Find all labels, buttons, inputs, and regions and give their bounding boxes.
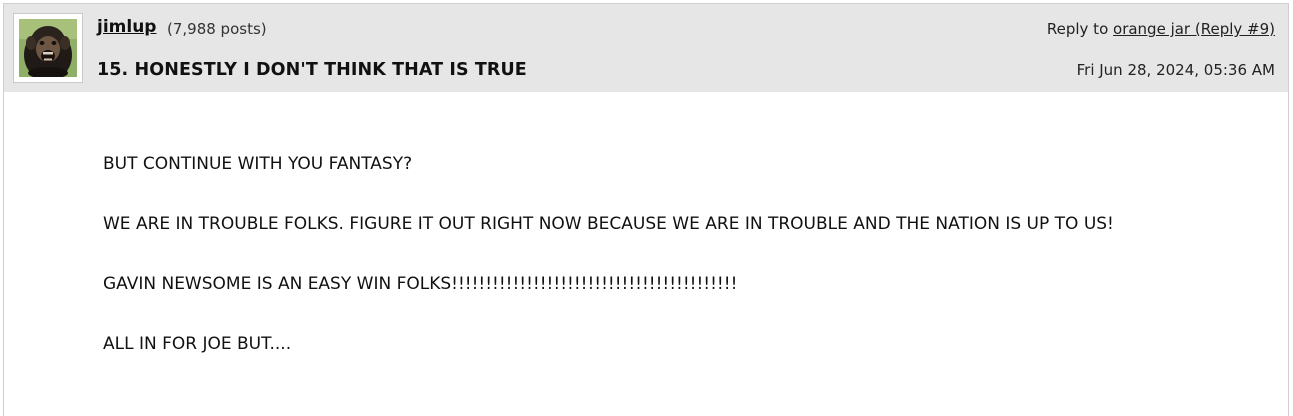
post-subject: 15. HONESTLY I DON'T THINK THAT IS TRUE [97, 60, 527, 80]
post-body-paragraph: ALL IN FOR JOE BUT.... [103, 334, 292, 354]
chimpanzee-avatar-icon [19, 19, 77, 77]
username-link[interactable]: jimlup [97, 17, 156, 37]
reply-to-info: Reply to orange jar (Reply #9) [1047, 20, 1275, 38]
post-body-paragraph: GAVIN NEWSOME IS AN EASY WIN FOLKS!!!!!!… [103, 274, 738, 294]
post-header: jimlup (7,988 posts) 15. HONESTLY I DON'… [4, 4, 1288, 92]
post-body-paragraph: BUT CONTINUE WITH YOU FANTASY? [103, 154, 413, 174]
post-timestamp: Fri Jun 28, 2024, 05:36 AM [1076, 61, 1275, 79]
forum-post: jimlup (7,988 posts) 15. HONESTLY I DON'… [3, 3, 1289, 416]
post-count: (7,988 posts) [167, 20, 267, 38]
post-body-paragraph: WE ARE IN TROUBLE FOLKS. FIGURE IT OUT R… [103, 214, 1114, 234]
avatar-frame[interactable] [13, 13, 83, 83]
post-body: BUT CONTINUE WITH YOU FANTASY? WE ARE IN… [103, 149, 1193, 389]
avatar[interactable] [19, 19, 77, 77]
reply-target-link[interactable]: orange jar (Reply #9) [1113, 20, 1275, 38]
reply-to-label: Reply to [1046, 20, 1114, 38]
